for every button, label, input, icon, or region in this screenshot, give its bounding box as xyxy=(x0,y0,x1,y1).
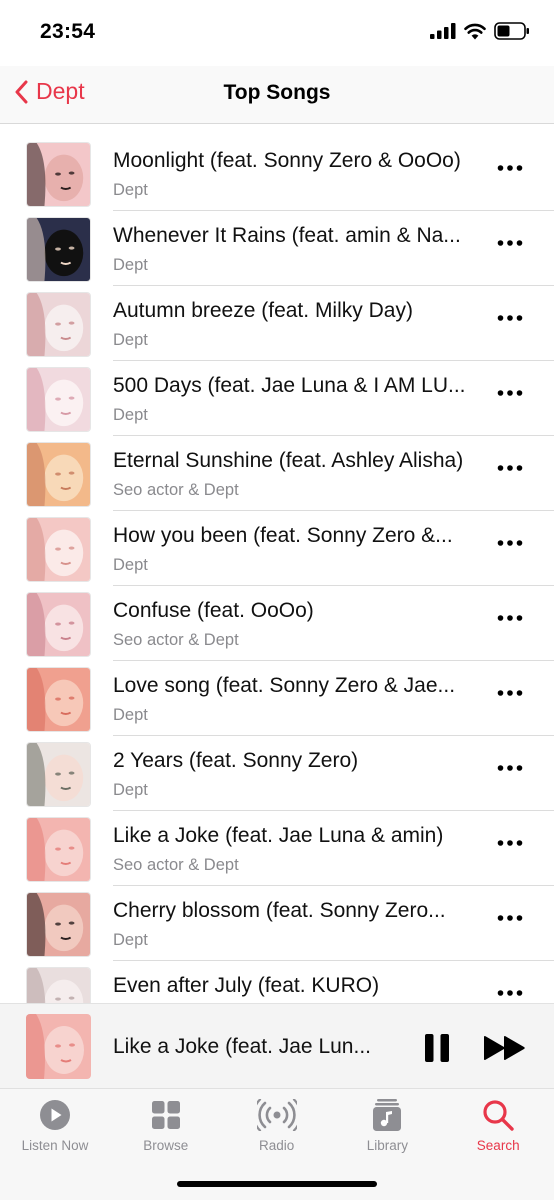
song-artwork xyxy=(26,142,91,207)
song-title: Cherry blossom (feat. Sonny Zero... xyxy=(113,899,446,922)
tab-label: Browse xyxy=(143,1138,189,1153)
status-time: 23:54 xyxy=(40,20,96,43)
more-options-icon[interactable] xyxy=(497,235,523,251)
now-playing-title: Like a Joke (feat. Jae Lun... xyxy=(113,1035,371,1058)
more-options-icon[interactable] xyxy=(497,685,523,701)
radio-waves-icon xyxy=(252,1098,301,1132)
song-row[interactable]: Autumn breeze (feat. Milky Day) Dept xyxy=(0,274,554,361)
song-artist: Dept xyxy=(113,931,148,949)
song-row[interactable]: Even after July (feat. KURO) xyxy=(0,949,554,1004)
song-title: How you been (feat. Sonny Zero &... xyxy=(113,524,453,547)
play-circle-icon xyxy=(39,1099,71,1131)
cellular-signal-icon xyxy=(430,23,456,39)
song-row[interactable]: Eternal Sunshine (feat. Ashley Alisha) Se… xyxy=(0,424,554,511)
song-artist: Dept xyxy=(113,781,148,799)
page-title: Top Songs xyxy=(223,81,331,104)
song-title: Autumn breeze (feat. Milky Day) xyxy=(113,299,413,322)
grid-icon xyxy=(150,1099,182,1131)
tab-listen-now[interactable]: Listen Now xyxy=(0,1089,110,1159)
song-title: Confuse (feat. OoOo) xyxy=(113,599,314,622)
more-options-icon[interactable] xyxy=(497,535,523,551)
battery-icon xyxy=(494,22,529,40)
now-playing-artwork xyxy=(26,1014,91,1079)
tab-browse[interactable]: Browse xyxy=(111,1089,221,1159)
more-options-icon[interactable] xyxy=(497,385,523,401)
tab-library[interactable]: Library xyxy=(332,1089,442,1159)
tab-label: Search xyxy=(476,1138,520,1153)
song-artist: Dept xyxy=(113,706,148,724)
search-icon xyxy=(482,1099,514,1131)
status-icons xyxy=(430,22,530,40)
more-options-icon[interactable] xyxy=(497,310,523,326)
song-artwork xyxy=(26,967,91,1004)
song-artwork xyxy=(26,367,91,432)
song-artist: Seo actor & Dept xyxy=(113,856,239,874)
song-artwork xyxy=(26,292,91,357)
song-title: Love song (feat. Sonny Zero & Jae... xyxy=(113,674,456,697)
navigation-bar: Dept Top Songs xyxy=(0,66,554,124)
song-artist: Dept xyxy=(113,406,148,424)
song-artwork xyxy=(26,517,91,582)
song-row[interactable]: Like a Joke (feat. Jae Luna & amin) Seo a… xyxy=(0,799,554,886)
song-title: 2 Years (feat. Sonny Zero) xyxy=(113,749,359,772)
song-artist: Dept xyxy=(113,256,148,274)
song-row[interactable]: 2 Years (feat. Sonny Zero) Dept xyxy=(0,724,554,811)
song-title: Moonlight (feat. Sonny Zero & OoOo) xyxy=(113,149,461,172)
song-title: 500 Days (feat. Jae Luna & I AM LU... xyxy=(113,374,466,397)
song-title: Even after July (feat. KURO) xyxy=(113,974,380,997)
song-row[interactable]: Whenever It Rains (feat. amin & Na... Dep… xyxy=(0,199,554,286)
tab-label: Listen Now xyxy=(21,1138,89,1153)
song-list[interactable]: Moonlight (feat. Sonny Zero & OoOo) Dept W… xyxy=(0,124,554,1004)
song-artwork xyxy=(26,742,91,807)
pause-icon[interactable] xyxy=(424,1033,450,1063)
song-row[interactable]: Cherry blossom (feat. Sonny Zero... Dept xyxy=(0,874,554,961)
more-options-icon[interactable] xyxy=(497,760,523,776)
song-artwork xyxy=(26,667,91,732)
song-title: Like a Joke (feat. Jae Luna & amin) xyxy=(113,824,444,847)
song-artwork xyxy=(26,817,91,882)
song-artwork xyxy=(26,892,91,957)
song-artist: Seo actor & Dept xyxy=(113,481,239,499)
more-options-icon[interactable] xyxy=(497,985,523,1001)
tab-search[interactable]: Search xyxy=(443,1089,553,1159)
song-row[interactable]: 500 Days (feat. Jae Luna & I AM LU... Dep… xyxy=(0,349,554,436)
more-options-icon[interactable] xyxy=(497,835,523,851)
song-artist: Dept xyxy=(113,331,148,349)
song-artwork xyxy=(26,442,91,507)
status-bar: 23:54 xyxy=(0,0,554,66)
song-artwork xyxy=(26,217,91,282)
tab-label: Radio xyxy=(258,1138,295,1153)
tab-radio[interactable]: Radio xyxy=(222,1089,332,1159)
song-title: Eternal Sunshine (feat. Ashley Alisha) xyxy=(113,449,464,472)
library-icon xyxy=(371,1099,403,1131)
home-indicator xyxy=(177,1181,377,1187)
mini-player[interactable]: Like a Joke (feat. Jae Lun... xyxy=(0,1003,554,1088)
wifi-icon xyxy=(464,23,486,39)
song-artist: Seo actor & Dept xyxy=(113,631,239,649)
skip-forward-icon[interactable] xyxy=(483,1035,527,1061)
song-row[interactable]: Love song (feat. Sonny Zero & Jae... Dept xyxy=(0,649,554,736)
song-row[interactable]: How you been (feat. Sonny Zero &... Dept xyxy=(0,499,554,586)
song-row[interactable]: Moonlight (feat. Sonny Zero & OoOo) Dept xyxy=(0,124,554,211)
song-artwork xyxy=(26,592,91,657)
tab-label: Library xyxy=(366,1138,409,1153)
song-title: Whenever It Rains (feat. amin & Na... xyxy=(113,224,461,247)
song-row[interactable]: Confuse (feat. OoOo) Seo actor & Dept xyxy=(0,574,554,661)
song-artist: Dept xyxy=(113,556,148,574)
more-options-icon[interactable] xyxy=(497,910,523,926)
more-options-icon[interactable] xyxy=(497,160,523,176)
song-artist: Dept xyxy=(113,181,148,199)
more-options-icon[interactable] xyxy=(497,460,523,476)
more-options-icon[interactable] xyxy=(497,610,523,626)
